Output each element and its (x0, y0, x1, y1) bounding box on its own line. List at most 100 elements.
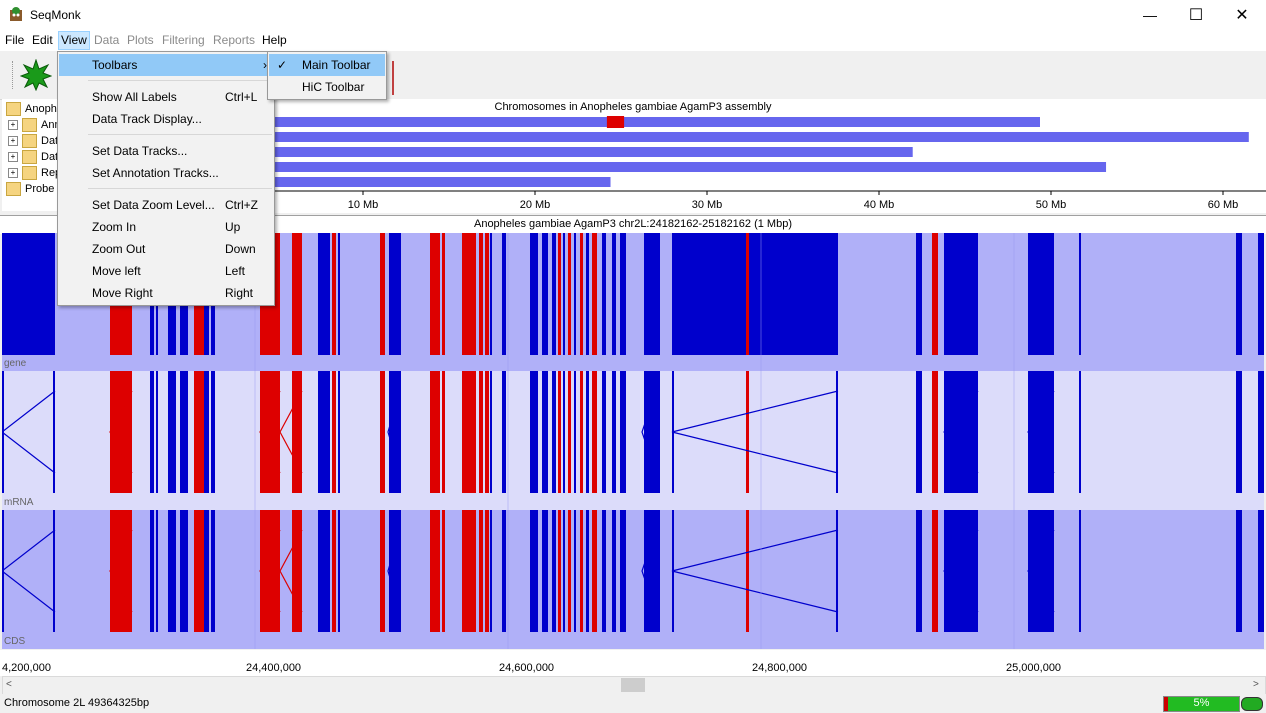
gene-feature (586, 233, 589, 355)
menu-item-set-annotation-tracks[interactable]: Set Annotation Tracks... (59, 162, 273, 184)
chromosome-axis-tick-label: 20 Mb (520, 199, 551, 211)
feature-exon (563, 371, 565, 493)
minimize-button[interactable]: — (1127, 0, 1173, 30)
feature-exon (944, 371, 978, 493)
feature-exon (563, 510, 565, 632)
menu-item-zoom-in[interactable]: Zoom In Up (59, 216, 273, 238)
checkmark-icon: ✓ (277, 58, 288, 72)
status-text: Chromosome 2L 49364325bp (4, 697, 150, 709)
track-label-gene: gene (4, 358, 27, 369)
view-menu-dropdown: Toolbars › Show All Labels Ctrl+L Data Tra… (57, 51, 275, 306)
toolbar-grip[interactable] (12, 61, 16, 89)
new-project-button[interactable] (19, 58, 53, 94)
menu-reports[interactable]: Reports (211, 32, 257, 49)
feature-exon (479, 510, 483, 632)
axis-tick-label: 4,200,000 (2, 662, 51, 674)
gene-feature (932, 233, 938, 355)
gene-feature (552, 233, 556, 355)
feature-exon (530, 371, 538, 493)
feature-exon (194, 371, 204, 493)
menu-plots[interactable]: Plots (125, 32, 156, 49)
chromosome-axis-tick-label: 30 Mb (692, 199, 723, 211)
feature-exon (380, 371, 385, 493)
feature-exon (644, 371, 660, 493)
gene-feature (318, 233, 330, 355)
feature-exon (620, 510, 626, 632)
feature-exon (490, 371, 492, 493)
maximize-button[interactable]: ☐ (1173, 0, 1219, 30)
menu-item-move-left[interactable]: Move left Left (59, 260, 273, 282)
feature-exon (1236, 371, 1242, 493)
menu-file[interactable]: File (3, 32, 26, 49)
gene-feature (592, 233, 597, 355)
title-bar (0, 0, 1266, 30)
feature-exon (479, 371, 483, 493)
menu-item-show-all-labels[interactable]: Show All Labels Ctrl+L (59, 86, 273, 108)
feature-exon (180, 510, 188, 632)
gene-feature (479, 233, 483, 355)
feature-exon (194, 510, 204, 632)
gene-feature (944, 233, 978, 355)
gene-feature (746, 233, 749, 355)
feature-exon (110, 371, 132, 493)
feature-exon (338, 510, 340, 632)
feature-exon (602, 510, 606, 632)
feature-exon (1028, 371, 1054, 493)
gene-feature (612, 233, 616, 355)
position-axis (0, 650, 1266, 676)
menu-item-toolbars[interactable]: Toolbars › (59, 54, 273, 76)
scrollbar-thumb[interactable] (621, 678, 645, 692)
gene-feature (568, 233, 571, 355)
selected-region-marker (606, 116, 625, 128)
feature-exon (180, 371, 188, 493)
gene-feature (490, 233, 492, 355)
submenu-item-hic-toolbar[interactable]: HiC Toolbar (269, 76, 385, 98)
menu-item-set-data-zoom[interactable]: Set Data Zoom Level... Ctrl+Z (59, 194, 273, 216)
feature-exon (490, 510, 492, 632)
feature-exon (592, 371, 597, 493)
feature-exon (430, 510, 440, 632)
scroll-left-icon[interactable]: < (6, 679, 12, 690)
feature-exon (1258, 371, 1264, 493)
feature-exon (580, 371, 583, 493)
menu-filtering[interactable]: Filtering (160, 32, 207, 49)
feature-exon (612, 510, 616, 632)
chromosome-axis-tick-label: 10 Mb (348, 199, 379, 211)
feature-exon (612, 371, 616, 493)
scroll-right-icon[interactable]: > (1253, 679, 1259, 690)
feature-exon (592, 510, 597, 632)
gene-feature (916, 233, 922, 355)
toolbars-submenu: ✓ Main Toolbar HiC Toolbar (267, 51, 387, 100)
garbage-collect-icon[interactable] (1241, 697, 1263, 711)
feature-exon (1236, 510, 1242, 632)
minimize-icon: — (1143, 7, 1157, 23)
feature-exon (485, 510, 489, 632)
gene-feature (580, 233, 583, 355)
menu-item-set-data-tracks[interactable]: Set Data Tracks... (59, 140, 273, 162)
feature-exon (944, 510, 978, 632)
feature-exon (150, 371, 154, 493)
close-button[interactable]: ✕ (1219, 0, 1265, 30)
submenu-item-main-toolbar[interactable]: ✓ Main Toolbar (269, 54, 385, 76)
menu-help[interactable]: Help (260, 32, 289, 49)
feature-exon (260, 371, 280, 493)
menu-item-zoom-out[interactable]: Zoom Out Down (59, 238, 273, 260)
menu-view[interactable]: View (58, 31, 90, 50)
feature-exon (502, 510, 506, 632)
feature-exon (110, 510, 132, 632)
feature-exon (442, 371, 445, 493)
menu-data[interactable]: Data (92, 32, 121, 49)
gene-feature (485, 233, 489, 355)
feature-exon (168, 510, 176, 632)
menu-bar: File Edit View Data Plots Filtering Repo… (0, 30, 1266, 51)
gene-feature (602, 233, 606, 355)
menu-item-data-track-display[interactable]: Data Track Display... (59, 108, 273, 130)
chromosome-axis-tick-label: 60 Mb (1208, 199, 1239, 211)
track-label-cds: CDS (4, 636, 26, 647)
gene-feature (292, 233, 302, 355)
menu-item-move-right[interactable]: Move Right Right (59, 282, 273, 304)
feature-exon (1258, 510, 1264, 632)
horizontal-scrollbar[interactable]: < > (2, 676, 1266, 695)
menu-edit[interactable]: Edit (30, 32, 55, 49)
feature-exon (602, 371, 606, 493)
